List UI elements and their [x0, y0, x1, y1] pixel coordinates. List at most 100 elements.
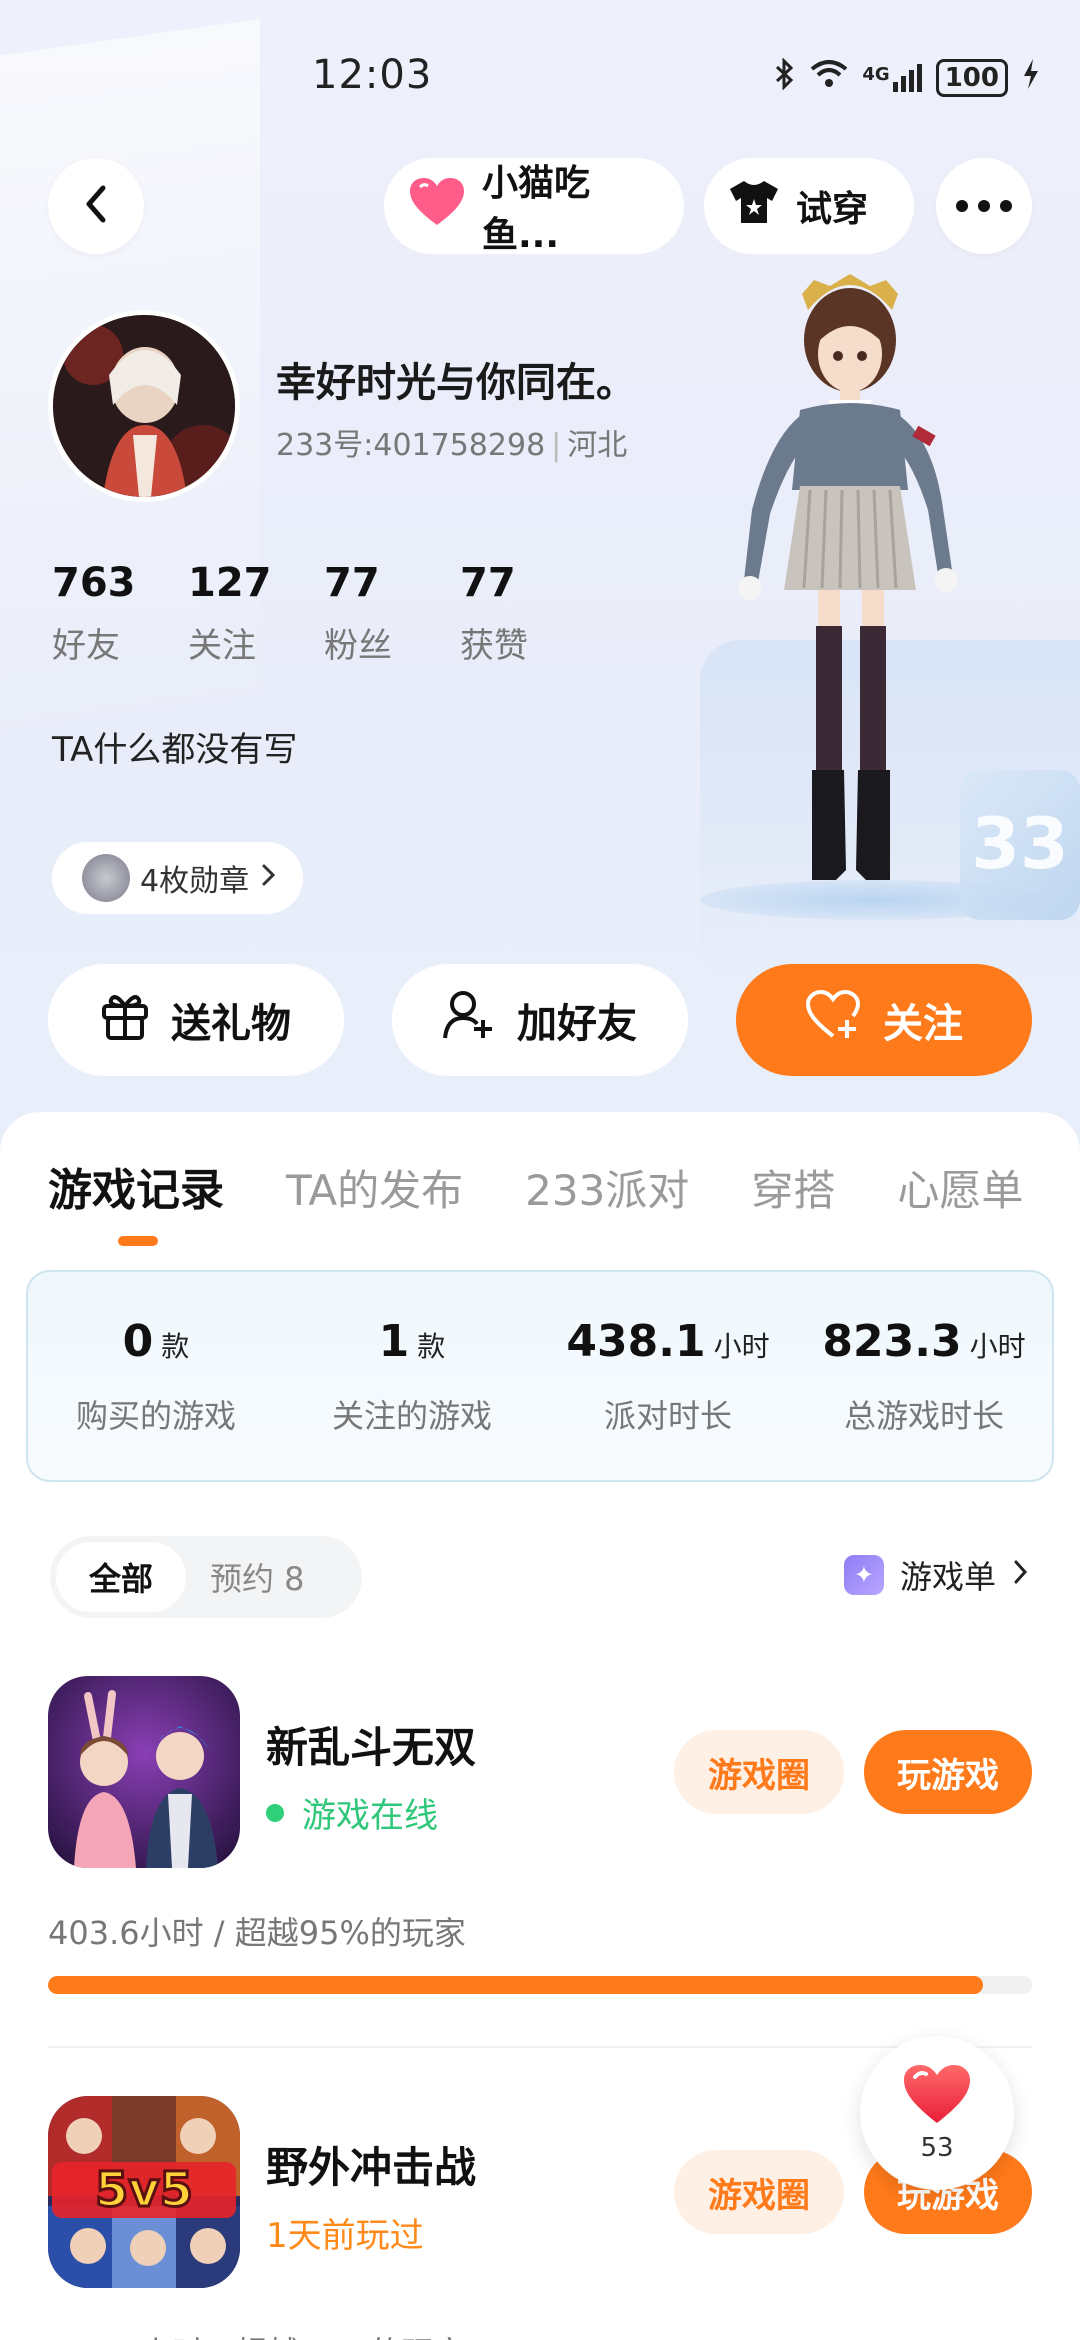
summary-label: 购买的游戏: [75, 1397, 236, 1435]
medal-icon: [82, 854, 130, 902]
try-on-button[interactable]: 试穿: [704, 158, 914, 254]
gift-icon: [101, 990, 149, 1050]
status-icons: 4G 100: [774, 57, 1040, 98]
tab-bar: 游戏记录 TA的发布 233派对 穿搭 心愿单: [48, 1154, 1023, 1218]
back-arrow-icon: [81, 182, 111, 230]
summary-unit: 款: [417, 1330, 446, 1363]
stat-label: 获赞: [460, 626, 528, 666]
signal-icon: 4G: [862, 64, 922, 92]
heart-icon: [902, 2063, 972, 2129]
stat-label: 好友: [52, 626, 120, 666]
user-id-region: 233号:401758298 | 河北: [276, 420, 627, 464]
game-circle-button[interactable]: 游戏圈: [674, 2150, 844, 2234]
chevron-right-icon: [1012, 1556, 1030, 1594]
bio-text: TA什么都没有写: [52, 730, 298, 770]
profile-stats: 763 好友 127 关注 77 粉丝 77 获赞: [52, 560, 596, 667]
more-icon: [956, 197, 1012, 216]
game-circle-button[interactable]: 游戏圈: [674, 1730, 844, 1814]
network-label: 4G: [862, 64, 890, 85]
bluetooth-icon: [774, 57, 796, 98]
charging-icon: [1022, 58, 1040, 98]
summary-label: 派对时长: [603, 1397, 732, 1435]
status-bar: 12:03 4G 100: [0, 52, 1080, 112]
avatar-character[interactable]: [700, 270, 1000, 910]
heart-icon: [408, 177, 466, 236]
play-game-button[interactable]: 玩游戏: [864, 1730, 1032, 1814]
active-tab-indicator: [118, 1236, 158, 1246]
game-filter: 全部 预约 8: [50, 1536, 362, 1618]
game-icon-text: 5v5: [95, 2162, 193, 2218]
playtime-progress-fill: [48, 1976, 983, 1994]
summary-purchased[interactable]: 0款 购买的游戏: [28, 1272, 284, 1480]
game-item[interactable]: 新乱斗无双 游戏在线 游戏圈 玩游戏 403.6小时 / 超越95%的玩家: [48, 1676, 1038, 2016]
sparkle-icon: ✦: [843, 1555, 884, 1595]
stat-fans[interactable]: 77 粉丝: [324, 560, 460, 667]
stat-number: 77: [460, 560, 516, 606]
game-status-text: 游戏在线: [302, 1796, 438, 1836]
summary-value: 823.3: [822, 1316, 962, 1367]
floating-like-button[interactable]: 53: [860, 2036, 1014, 2190]
avatar[interactable]: [48, 310, 240, 502]
stat-number: 763: [52, 560, 136, 606]
chevron-right-icon: [259, 861, 279, 896]
filter-all[interactable]: 全部: [56, 1542, 186, 1612]
tab-posts[interactable]: TA的发布: [286, 1157, 463, 1218]
game-status-text: 1天前玩过: [266, 2216, 424, 2256]
game-name: 新乱斗无双: [266, 1723, 477, 1772]
game-list-link[interactable]: ✦ 游戏单: [843, 1552, 1030, 1598]
stat-label: 粉丝: [324, 626, 392, 666]
more-button[interactable]: [936, 158, 1032, 254]
tab-outfits[interactable]: 穿搭: [751, 1157, 835, 1218]
follow-chip[interactable]: 小猫吃鱼...: [384, 158, 684, 256]
summary-followed[interactable]: 1款 关注的游戏: [284, 1272, 540, 1480]
follow-label: 关注: [883, 1001, 963, 1047]
summary-unit: 小时: [969, 1330, 1026, 1363]
tab-game-record[interactable]: 游戏记录: [48, 1154, 224, 1218]
heart-plus-icon: [805, 989, 861, 1050]
game-name: 野外冲击战: [266, 2143, 477, 2192]
wifi-icon: [810, 59, 848, 97]
divider: [48, 2046, 1032, 2048]
game-list-label: 游戏单: [899, 1558, 996, 1596]
follow-button[interactable]: 关注: [736, 964, 1032, 1076]
game-icon[interactable]: 5v5: [48, 2096, 240, 2288]
game-icon[interactable]: [48, 1676, 240, 1868]
battery-indicator: 100: [935, 59, 1008, 97]
back-button[interactable]: [48, 158, 144, 254]
tshirt-icon: [728, 179, 780, 234]
tab-party[interactable]: 233派对: [525, 1157, 689, 1218]
stat-label: 关注: [188, 626, 256, 666]
tab-wishlist[interactable]: 心愿单: [897, 1157, 1023, 1218]
send-gift-label: 送礼物: [171, 1001, 291, 1047]
playtime-progress-bar: [48, 1976, 1032, 1994]
medal-chip[interactable]: 4枚勋章: [52, 842, 304, 914]
summary-party-time[interactable]: 438.1 小时 派对时长: [540, 1272, 796, 1480]
summary-value: 1: [378, 1316, 410, 1367]
summary-value: 438.1: [566, 1316, 706, 1367]
user-id: 233号:401758298: [276, 428, 546, 463]
medal-label: 4枚勋章: [140, 864, 250, 899]
nickname: 幸好时光与你同在。: [276, 360, 636, 406]
game-status: 游戏在线: [266, 1788, 438, 1837]
send-gift-button[interactable]: 送礼物: [48, 964, 344, 1076]
stat-following[interactable]: 127 关注: [188, 560, 324, 667]
stat-number: 127: [188, 560, 272, 606]
try-on-label: 试穿: [796, 189, 869, 230]
stat-number: 77: [324, 560, 380, 606]
follow-chip-label: 小猫吃鱼...: [482, 163, 591, 256]
game-summary-card: 0款 购买的游戏 1款 关注的游戏 438.1 小时 派对时长 823.3 小时 总…: [26, 1270, 1054, 1482]
game-status: 1天前玩过: [266, 2208, 424, 2257]
online-dot-icon: [266, 1803, 284, 1822]
stat-likes[interactable]: 77 获赞: [460, 560, 596, 667]
filter-reserve[interactable]: 预约 8: [186, 1542, 305, 1612]
summary-unit: 款: [161, 1330, 190, 1363]
summary-value: 0: [122, 1316, 154, 1367]
add-friend-button[interactable]: 加好友: [392, 964, 688, 1076]
summary-total-time[interactable]: 823.3 小时 总游戏时长: [796, 1272, 1052, 1480]
summary-unit: 小时: [713, 1330, 770, 1363]
like-count: 53: [920, 2133, 954, 2163]
game-playtime: 327.5小时 / 超越95%的玩家: [48, 2328, 466, 2340]
add-user-icon: [443, 990, 495, 1050]
stat-friends[interactable]: 763 好友: [52, 560, 188, 667]
summary-label: 总游戏时长: [843, 1397, 1004, 1435]
